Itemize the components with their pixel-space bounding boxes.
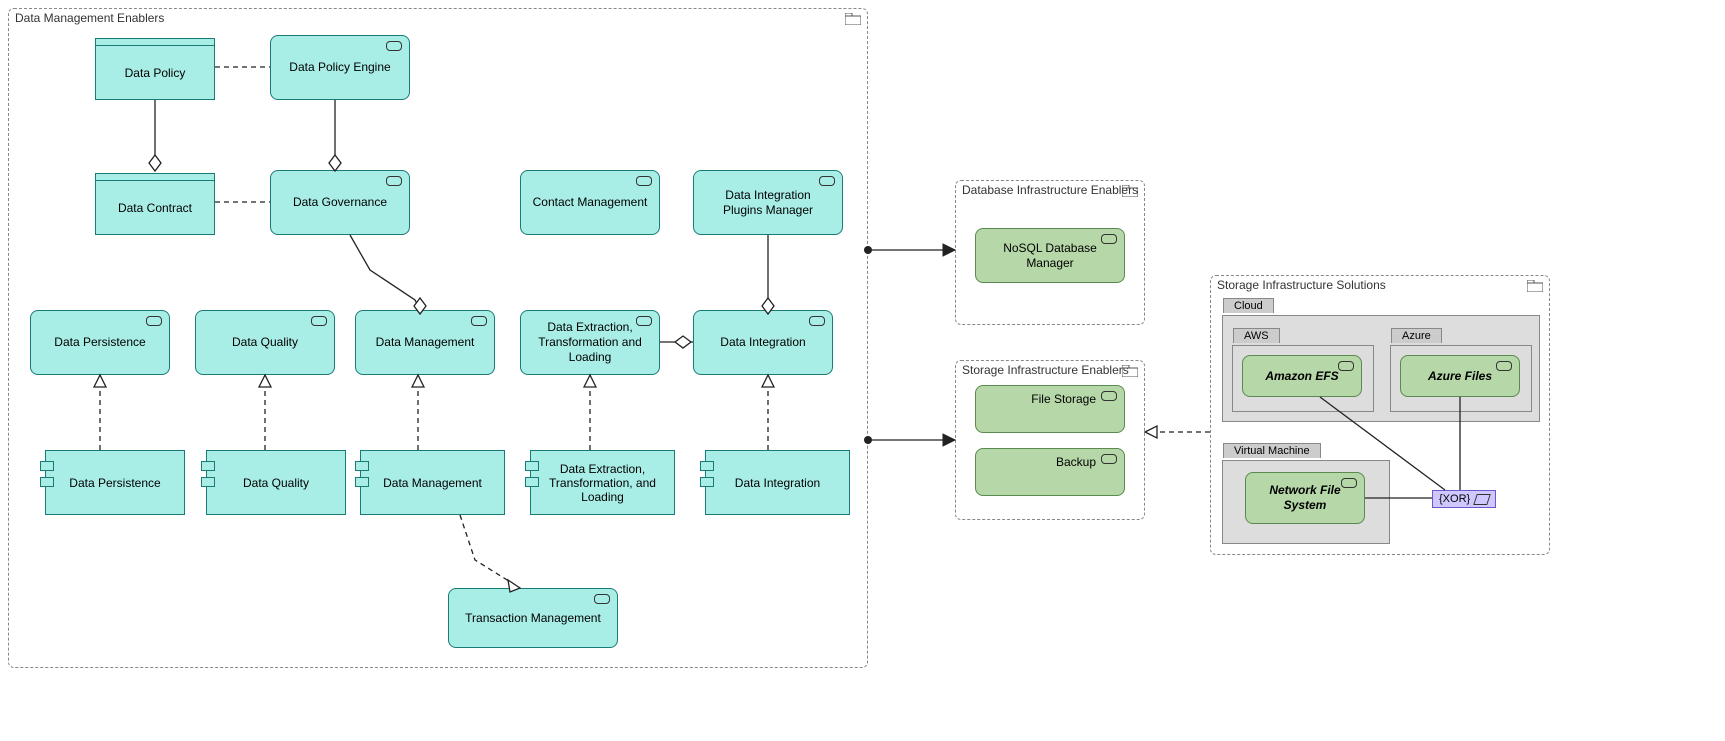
comp-data-integration: Data Integration — [705, 450, 850, 515]
node-data-quality: Data Quality — [195, 310, 335, 375]
label: Data Quality — [243, 476, 309, 490]
pill-icon — [1101, 391, 1117, 401]
comp-detl: Data Extraction, Transformation, and Loa… — [530, 450, 675, 515]
label: Data Integration — [720, 335, 805, 350]
folder-icon — [1527, 280, 1543, 292]
pill-icon — [1338, 361, 1354, 371]
group-sis-label: Storage Infrastructure Solutions — [1217, 278, 1386, 292]
note-icon — [1473, 494, 1491, 505]
node-data-management: Data Management — [355, 310, 495, 375]
xor-junction: {XOR} — [1432, 490, 1496, 508]
node-file-storage: File Storage — [975, 385, 1125, 433]
label: Data Persistence — [69, 476, 160, 490]
label: Data Extraction, Transformation and Load… — [531, 320, 649, 365]
label: Data Policy — [125, 66, 186, 80]
pill-icon — [386, 176, 402, 186]
node-dip-manager: Data Integration Plugins Manager — [693, 170, 843, 235]
pill-icon — [471, 316, 487, 326]
subgroup-aws-label: AWS — [1233, 328, 1280, 343]
node-data-policy: Data Policy — [95, 45, 215, 100]
comp-data-quality: Data Quality — [206, 450, 346, 515]
folder-icon — [845, 13, 861, 25]
node-azure-files: Azure Files — [1400, 355, 1520, 397]
pill-icon — [1341, 478, 1357, 488]
label: Backup — [1056, 455, 1096, 470]
folder-icon — [1122, 365, 1138, 377]
label: Data Integration — [735, 476, 820, 490]
label: Data Quality — [232, 335, 298, 350]
node-data-governance: Data Governance — [270, 170, 410, 235]
label: Contact Management — [533, 195, 648, 210]
node-amazon-efs: Amazon EFS — [1242, 355, 1362, 397]
node-transaction-management: Transaction Management — [448, 588, 618, 648]
subgroup-vm-label: Virtual Machine — [1223, 443, 1321, 458]
label: Data Contract — [118, 201, 192, 215]
group-dme-label: Data Management Enablers — [15, 11, 164, 25]
pill-icon — [1496, 361, 1512, 371]
label: Network File System — [1256, 483, 1354, 513]
node-nosql-manager: NoSQL Database Manager — [975, 228, 1125, 283]
subgroup-azure-label: Azure — [1391, 328, 1442, 343]
group-sie: Storage Infrastructure Enablers — [955, 360, 1145, 520]
node-detl: Data Extraction, Transformation and Load… — [520, 310, 660, 375]
node-contact-management: Contact Management — [520, 170, 660, 235]
pill-icon — [594, 594, 610, 604]
pill-icon — [386, 41, 402, 51]
label: NoSQL Database Manager — [986, 241, 1114, 271]
label: Transaction Management — [465, 611, 601, 626]
pill-icon — [819, 176, 835, 186]
folder-icon — [1122, 185, 1138, 197]
pill-icon — [809, 316, 825, 326]
label: Data Management — [383, 476, 482, 490]
label: Azure Files — [1428, 369, 1492, 384]
label: Amazon EFS — [1265, 369, 1338, 384]
label: Data Policy Engine — [289, 60, 390, 75]
label: Data Persistence — [54, 335, 145, 350]
node-data-integration: Data Integration — [693, 310, 833, 375]
label: {XOR} — [1439, 493, 1470, 505]
comp-data-management: Data Management — [360, 450, 505, 515]
label: Data Governance — [293, 195, 387, 210]
label: Data Management — [376, 335, 475, 350]
node-data-persistence: Data Persistence — [30, 310, 170, 375]
pill-icon — [636, 176, 652, 186]
group-sie-label: Storage Infrastructure Enablers — [962, 363, 1129, 377]
label: Data Integration Plugins Manager — [704, 188, 832, 218]
node-nfs: Network File System — [1245, 472, 1365, 524]
node-data-contract: Data Contract — [95, 180, 215, 235]
pill-icon — [1101, 234, 1117, 244]
group-dbie-label: Database Infrastructure Enablers — [962, 183, 1138, 197]
comp-data-persistence: Data Persistence — [45, 450, 185, 515]
label: File Storage — [1031, 392, 1096, 407]
pill-icon — [146, 316, 162, 326]
pill-icon — [636, 316, 652, 326]
label: Data Extraction, Transformation, and Loa… — [531, 462, 674, 504]
subgroup-cloud-label: Cloud — [1223, 298, 1274, 313]
node-data-policy-engine: Data Policy Engine — [270, 35, 410, 100]
pill-icon — [1101, 454, 1117, 464]
pill-icon — [311, 316, 327, 326]
node-backup: Backup — [975, 448, 1125, 496]
